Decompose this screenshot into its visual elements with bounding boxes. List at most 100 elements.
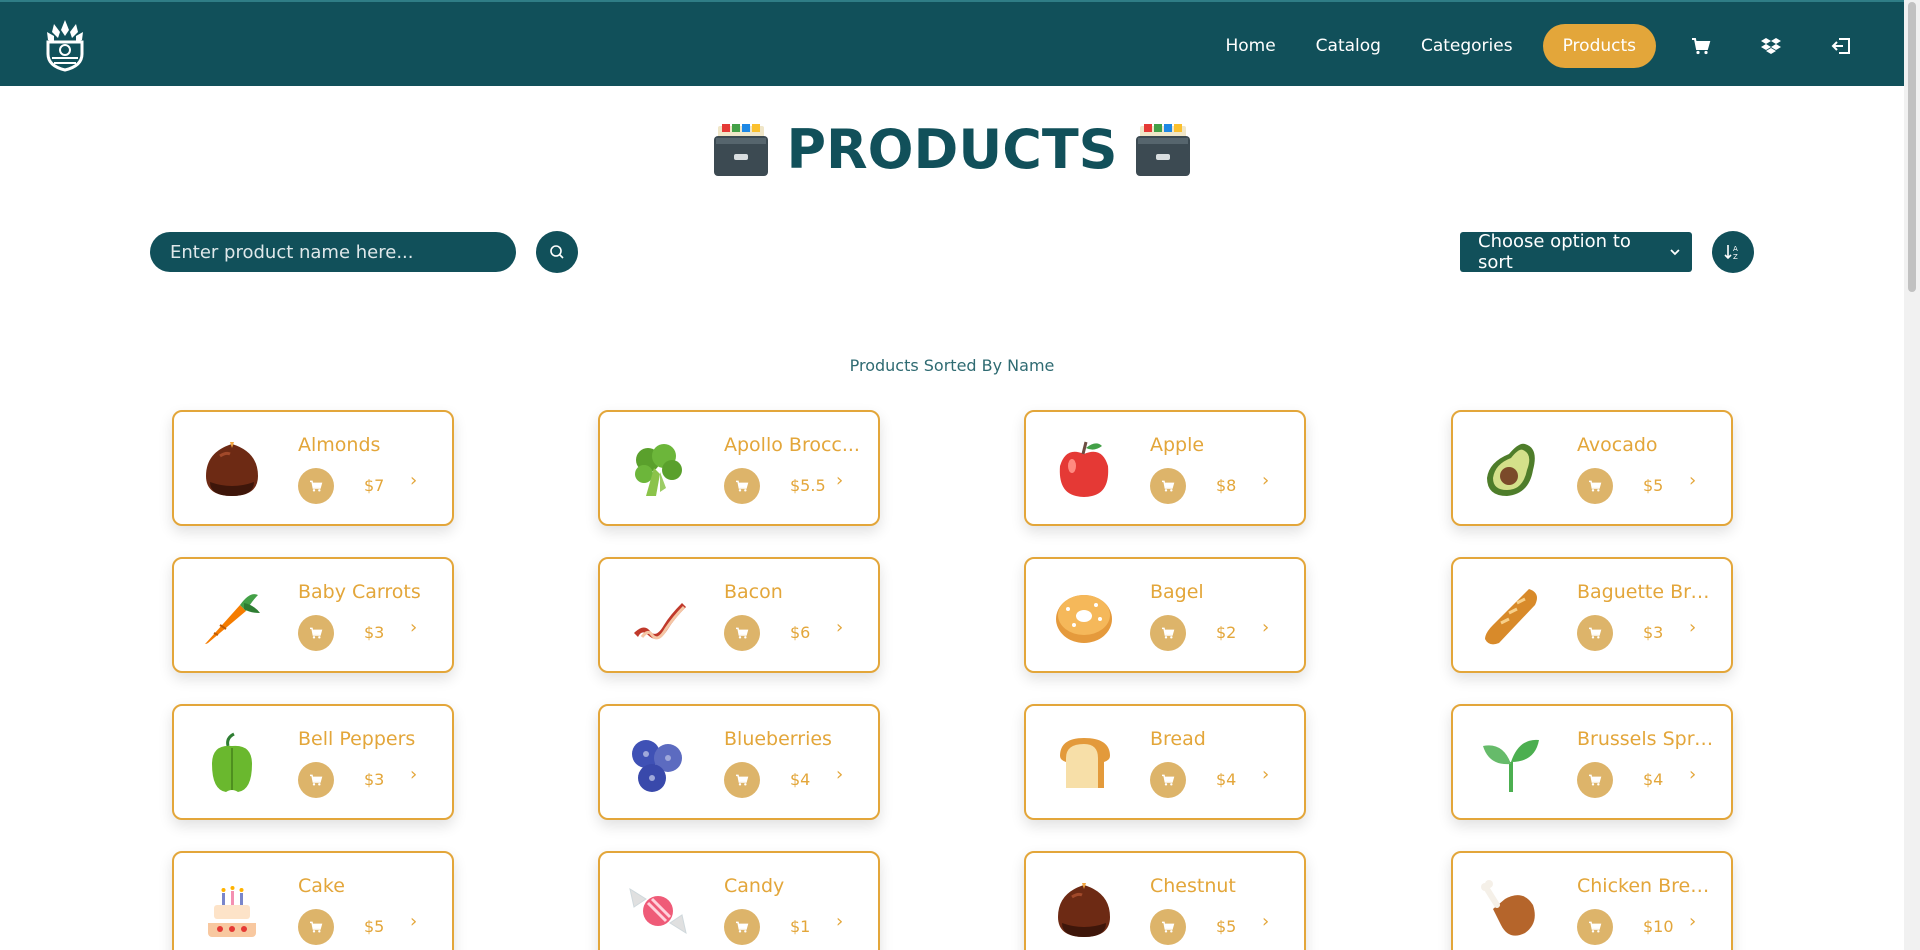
add-to-cart-button[interactable] [1577,909,1613,945]
seedling-icon [1479,732,1543,796]
bell-pepper-icon [200,732,264,796]
candy-icon [626,879,690,943]
chevron-right-icon[interactable]: › [836,911,843,932]
chevron-right-icon[interactable]: › [836,764,843,785]
chevron-right-icon[interactable]: › [1689,911,1696,932]
chevron-right-icon[interactable]: › [1262,617,1269,638]
product-name: Baby Carrots [298,581,421,603]
chevron-right-icon[interactable]: › [1689,470,1696,491]
add-to-cart-button[interactable] [724,762,760,798]
bread-icon [1052,732,1116,796]
chevron-right-icon[interactable]: › [836,470,843,491]
product-price: $3 [364,623,385,642]
add-to-cart-button[interactable] [1577,762,1613,798]
add-to-cart-button[interactable] [1150,762,1186,798]
add-to-cart-button[interactable] [724,909,760,945]
page-scrollbar[interactable] [1904,0,1920,950]
bacon-icon [626,585,690,649]
cart-icon [1589,774,1602,786]
product-name: Bacon [724,581,783,603]
product-card[interactable]: Chestnut $5 › [1024,851,1306,950]
product-name: Baguette Bre... [1577,581,1717,603]
product-name: Chicken Brea... [1577,875,1717,897]
product-card[interactable]: Almonds $7 › [172,410,454,526]
product-card[interactable]: Blueberries $4 › [598,704,880,820]
product-card[interactable]: Bread $4 › [1024,704,1306,820]
chevron-right-icon[interactable]: › [410,470,417,491]
product-name: Bell Peppers [298,728,416,750]
chevron-right-icon[interactable]: › [410,617,417,638]
product-price: $5.5 [790,476,826,495]
product-price: $2 [1216,623,1237,642]
cart-icon [310,921,323,933]
product-card[interactable]: Bacon $6 › [598,557,880,673]
product-grid: Almonds $7 › Apollo Brocc... $5.5 › Apple $8 › Av… [0,0,1904,950]
cart-icon [1589,480,1602,492]
chevron-right-icon[interactable]: › [836,617,843,638]
product-card[interactable]: Apollo Brocc... $5.5 › [598,410,880,526]
product-price: $4 [790,770,811,789]
chestnut-icon [1052,879,1116,943]
chevron-right-icon[interactable]: › [1262,470,1269,491]
product-price: $1 [790,917,811,936]
add-to-cart-button[interactable] [298,909,334,945]
product-name: Bagel [1150,581,1204,603]
product-card[interactable]: Brussels Spro... $4 › [1451,704,1733,820]
product-card[interactable]: Cake $5 › [172,851,454,950]
cart-icon [736,921,749,933]
add-to-cart-button[interactable] [1577,615,1613,651]
carrot-icon [200,585,264,649]
product-card[interactable]: Baguette Bre... $3 › [1451,557,1733,673]
add-to-cart-button[interactable] [298,615,334,651]
product-name: Bread [1150,728,1206,750]
product-card[interactable]: Apple $8 › [1024,410,1306,526]
product-price: $7 [364,476,385,495]
product-card[interactable]: Candy $1 › [598,851,880,950]
cart-icon [1162,480,1175,492]
product-price: $5 [1216,917,1237,936]
red-apple-icon [1052,438,1116,502]
chevron-right-icon[interactable]: › [1262,764,1269,785]
product-price: $4 [1216,770,1237,789]
product-card[interactable]: Avocado $5 › [1451,410,1733,526]
chevron-right-icon[interactable]: › [410,911,417,932]
add-to-cart-button[interactable] [1150,909,1186,945]
birthday-cake-icon [200,879,264,943]
add-to-cart-button[interactable] [1150,468,1186,504]
blueberries-icon [626,732,690,796]
add-to-cart-button[interactable] [1150,615,1186,651]
cart-icon [1162,627,1175,639]
add-to-cart-button[interactable] [1577,468,1613,504]
broccoli-icon [626,438,690,502]
add-to-cart-button[interactable] [724,615,760,651]
add-to-cart-button[interactable] [298,762,334,798]
product-name: Cake [298,875,345,897]
chevron-right-icon[interactable]: › [410,764,417,785]
cart-icon [1589,921,1602,933]
scrollbar-thumb[interactable] [1908,2,1916,292]
product-price: $3 [1643,623,1664,642]
bagel-icon [1052,585,1116,649]
product-price: $10 [1643,917,1674,936]
cart-icon [736,774,749,786]
chevron-right-icon[interactable]: › [1689,617,1696,638]
product-name: Chestnut [1150,875,1236,897]
cart-icon [736,480,749,492]
product-card[interactable]: Baby Carrots $3 › [172,557,454,673]
product-name: Almonds [298,434,381,456]
product-name: Brussels Spro... [1577,728,1717,750]
poultry-leg-icon [1479,879,1543,943]
product-price: $3 [364,770,385,789]
product-name: Avocado [1577,434,1658,456]
chevron-right-icon[interactable]: › [1689,764,1696,785]
add-to-cart-button[interactable] [298,468,334,504]
chevron-right-icon[interactable]: › [1262,911,1269,932]
product-card[interactable]: Bagel $2 › [1024,557,1306,673]
product-card[interactable]: Chicken Brea... $10 › [1451,851,1733,950]
product-name: Apollo Brocc... [724,434,860,456]
cart-icon [1162,774,1175,786]
add-to-cart-button[interactable] [724,468,760,504]
product-price: $5 [364,917,385,936]
product-card[interactable]: Bell Peppers $3 › [172,704,454,820]
cart-icon [310,480,323,492]
